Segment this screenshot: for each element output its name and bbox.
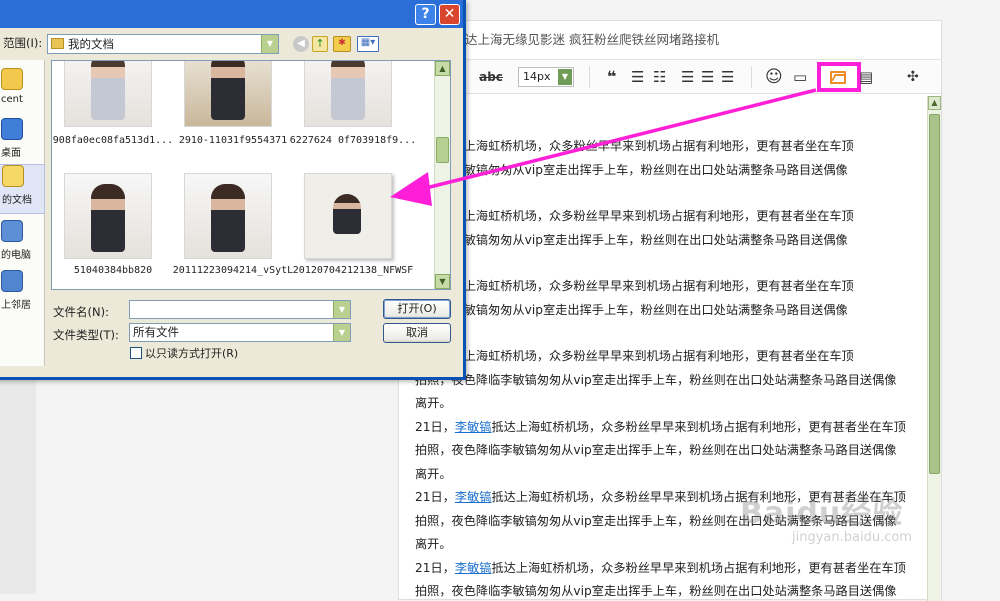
annotation-arrow-head	[390, 172, 432, 206]
annotation-arrow-line	[418, 90, 816, 190]
annotation-arrow	[0, 0, 1000, 594]
